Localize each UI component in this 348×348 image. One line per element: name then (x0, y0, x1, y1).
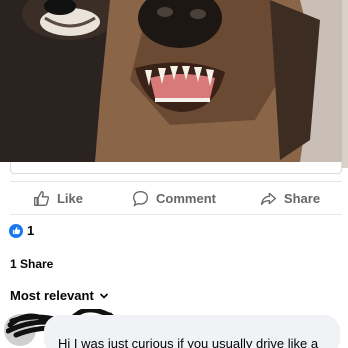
comment-sort-dropdown[interactable]: Most relevant (10, 288, 109, 303)
photo-edge (342, 0, 348, 168)
comment-text: Hi I was just curious if you usually dri… (58, 336, 319, 348)
reaction-count: 1 (27, 223, 35, 238)
comment-bubble: Hi I was just curious if you usually dri… (44, 315, 340, 348)
like-button[interactable]: Like (0, 184, 116, 212)
divider (10, 214, 342, 215)
share-count[interactable]: 1 Share (10, 257, 53, 271)
comment-icon (133, 190, 148, 207)
post-card-border (10, 162, 342, 174)
thumbs-up-icon (34, 190, 50, 206)
comment-label: Comment (156, 190, 216, 206)
share-arrow-icon (260, 192, 276, 205)
like-label: Like (56, 190, 83, 206)
share-button[interactable]: Share (232, 184, 348, 212)
reaction-summary[interactable]: 1 (9, 223, 34, 238)
post-photo[interactable] (0, 0, 342, 162)
chevron-down-icon (99, 292, 108, 299)
sort-label: Most relevant (10, 288, 94, 303)
post-action-bar: Like Comment Share (0, 184, 348, 212)
dog-photo (0, 0, 342, 162)
divider (10, 181, 342, 182)
comment-button[interactable]: Comment (116, 184, 232, 212)
share-label: Share (283, 190, 321, 206)
like-reaction-icon (9, 223, 23, 238)
